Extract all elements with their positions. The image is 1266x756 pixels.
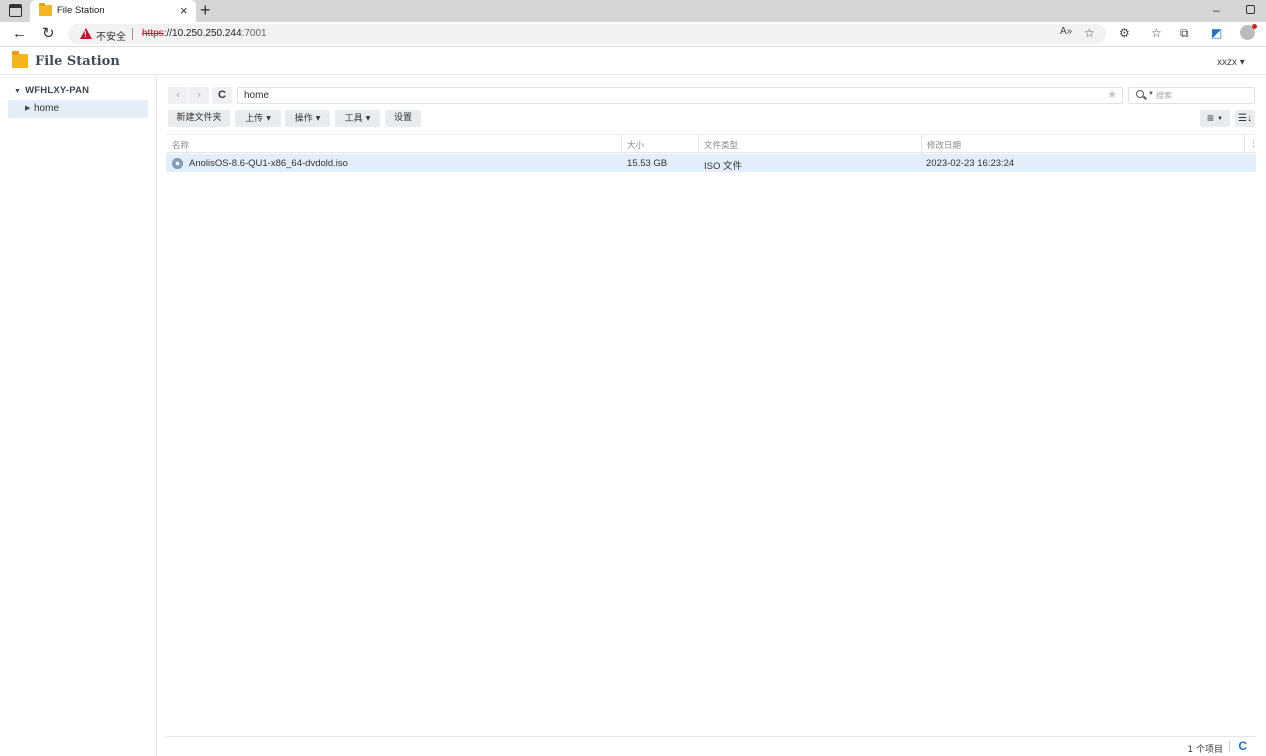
- view-caret-icon: ▼: [1217, 116, 1223, 122]
- search-options-caret-icon[interactable]: ▼: [1148, 91, 1154, 97]
- list-view-button[interactable]: ≡ ▼: [1200, 110, 1230, 127]
- column-header-type[interactable]: 文件类型: [704, 139, 738, 151]
- search-icon[interactable]: [1136, 90, 1144, 98]
- close-tab-icon[interactable]: ×: [180, 3, 188, 18]
- search-box[interactable]: ▼: [1128, 87, 1255, 104]
- warning-icon: [80, 28, 92, 39]
- sidebar-item-home[interactable]: ▶ home: [8, 100, 148, 118]
- refresh-icon[interactable]: C: [1238, 739, 1247, 753]
- upload-button[interactable]: 上传 ▼: [235, 110, 281, 127]
- file-type: ISO 文件: [704, 161, 743, 172]
- minimize-window-button[interactable]: –: [1213, 3, 1220, 17]
- search-input[interactable]: [1156, 89, 1251, 102]
- file-size: 15.53 GB: [627, 158, 668, 169]
- column-options-icon[interactable]: ⋮: [1249, 138, 1258, 149]
- app-title: File Station: [35, 54, 120, 69]
- browser-tab[interactable]: File Station ×: [30, 0, 196, 22]
- profile-avatar-icon[interactable]: [1240, 24, 1257, 40]
- read-aloud-icon[interactable]: A»: [1060, 26, 1072, 37]
- favorites-list-icon[interactable]: ☆: [1151, 26, 1162, 40]
- browser-address-bar: ← ↻ 不安全 https://10.250.250.244:7001 A» ☆…: [0, 22, 1266, 47]
- extensions-icon[interactable]: ⚙: [1119, 26, 1130, 40]
- table-row[interactable]: AnolisOS-8.6-QU1-x86_64-dvdold.iso 15.53…: [166, 154, 1256, 172]
- file-station-logo-icon: [12, 51, 28, 68]
- column-divider[interactable]: [921, 135, 922, 153]
- sort-button[interactable]: ☰↓: [1235, 110, 1255, 127]
- tools-button[interactable]: 工具 ▼: [335, 110, 380, 127]
- list-header: 名称 大小 文件类型 修改日期 ⋮: [166, 134, 1258, 153]
- file-name: AnolisOS-8.6-QU1-x86_64-dvdold.iso: [189, 158, 348, 169]
- path-text: home: [244, 90, 270, 101]
- column-divider[interactable]: [621, 135, 622, 153]
- url-text[interactable]: https://10.250.250.244:7001: [142, 28, 267, 39]
- column-divider[interactable]: [698, 135, 699, 153]
- edge-bar-icon[interactable]: ◩: [1211, 26, 1222, 40]
- sidebar-item-label: home: [34, 103, 60, 114]
- column-header-name[interactable]: 名称: [172, 139, 189, 151]
- tree-root[interactable]: ▼ WFHLXY-PAN: [14, 85, 89, 96]
- upload-label: 上传: [245, 114, 264, 124]
- back-arrow-icon[interactable]: ←: [12, 25, 27, 42]
- settings-button[interactable]: 设置: [385, 110, 421, 127]
- browser-tab-bar: File Station × + –: [0, 0, 1266, 22]
- tools-label: 工具: [344, 114, 363, 124]
- new-tab-button[interactable]: +: [200, 1, 211, 19]
- sort-icon: ☰↓: [1238, 113, 1252, 124]
- restore-window-button[interactable]: [1246, 5, 1255, 14]
- refresh-button[interactable]: C: [212, 87, 232, 104]
- item-count: 1 个项目: [1187, 745, 1223, 755]
- list-view-icon: ≡: [1207, 111, 1215, 125]
- back-button[interactable]: ‹: [168, 87, 188, 104]
- action-button[interactable]: 操作 ▼: [285, 110, 330, 127]
- folder-icon: [39, 3, 52, 16]
- forward-button[interactable]: ›: [189, 87, 209, 104]
- disc-image-icon: [172, 158, 183, 169]
- footer-divider: [1229, 741, 1230, 752]
- file-modified: 2023-02-23 16:23:24: [926, 158, 1015, 169]
- favorite-star-icon[interactable]: ★: [1107, 88, 1117, 101]
- caret-down-icon[interactable]: ▼: [14, 88, 21, 95]
- dropdown-caret-icon: ▼: [315, 115, 321, 122]
- column-header-modified[interactable]: 修改日期: [927, 139, 961, 151]
- app-header: File Station xxzx ▾: [0, 48, 1266, 75]
- omnibox-divider: [132, 28, 133, 40]
- sidebar: ▼ WFHLXY-PAN ▶ home: [0, 76, 157, 756]
- dropdown-caret-icon: ▼: [266, 115, 271, 122]
- user-menu[interactable]: xxzx ▾: [1217, 57, 1245, 68]
- security-label[interactable]: 不安全: [96, 28, 126, 43]
- path-field[interactable]: home ★: [237, 87, 1123, 104]
- tab-actions-icon[interactable]: [9, 4, 22, 17]
- column-divider[interactable]: [1244, 135, 1245, 153]
- action-label: 操作: [294, 114, 313, 124]
- collections-icon[interactable]: ⧉: [1180, 26, 1189, 41]
- tree-root-label: WFHLXY-PAN: [25, 85, 90, 96]
- tab-title: File Station: [57, 5, 105, 16]
- url-omnibox[interactable]: 不安全 https://10.250.250.244:7001: [68, 24, 1106, 44]
- status-footer: 1 个项目 C: [166, 736, 1256, 756]
- dropdown-caret-icon: ▼: [365, 115, 371, 122]
- caret-right-icon[interactable]: ▶: [25, 104, 30, 112]
- column-header-size[interactable]: 大小: [627, 139, 644, 151]
- favorite-star-icon[interactable]: ☆: [1084, 26, 1095, 40]
- new-folder-button[interactable]: 新建文件夹: [168, 110, 230, 127]
- reload-icon[interactable]: ↻: [42, 24, 55, 42]
